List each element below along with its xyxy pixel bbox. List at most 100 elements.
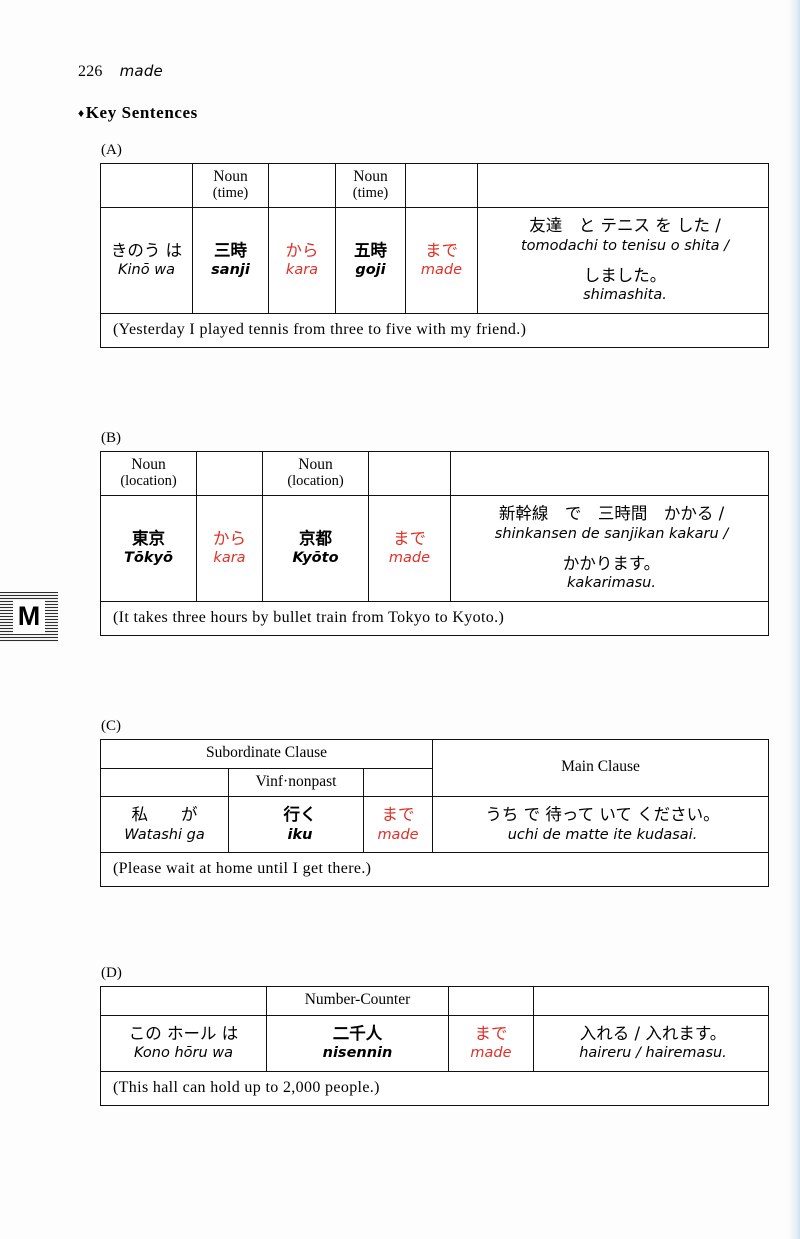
cell-topic: きのう は Kinō wa: [100, 207, 193, 315]
romaji-text-line2: shimashita.: [583, 287, 667, 304]
entry-word: made: [119, 62, 163, 80]
japanese-text: まで: [425, 241, 458, 261]
romaji-text: Kono hōru wa: [133, 1044, 234, 1061]
romaji-text: goji: [355, 262, 386, 279]
cell-noun-time-1: 三時 sanji: [192, 207, 269, 315]
thumb-index-tab: M: [0, 592, 58, 642]
header-cell-noun-location-2: Noun (location): [262, 450, 369, 497]
header-cell: [100, 986, 267, 1016]
cell-subject: 私 が Watashi ga: [100, 796, 229, 854]
diamond-icon: ♦: [78, 106, 85, 120]
table-header-row: Number-Counter: [100, 986, 769, 1016]
cell-particle-kara: から kara: [196, 495, 263, 603]
document-page: 226 made ♦Key Sentences M (A) Noun (time): [0, 0, 800, 1239]
table-content-row: 東京 Tōkyō から kara 京都 Kyōto まで made 新幹線 で …: [100, 495, 769, 603]
header-main: Noun: [213, 168, 248, 185]
example-label-b: (B): [101, 430, 121, 446]
japanese-text: 東京: [132, 529, 165, 549]
cell-main-clause: うち で 待って いて ください。 uchi de matte ite kuda…: [432, 796, 770, 854]
header-main: Noun: [298, 456, 333, 473]
header-cell: [533, 986, 769, 1016]
header-sub: (time): [212, 184, 249, 201]
key-sentence-table-b: Noun (location) Noun (location) 東京 Tōkyō…: [100, 450, 769, 637]
header-cell: [196, 450, 263, 497]
japanese-text: 三時: [214, 241, 247, 261]
japanese-text: 入れる / 入れます。: [579, 1023, 727, 1043]
japanese-text: 京都: [299, 529, 332, 549]
example-label-c: (C): [101, 718, 121, 734]
japanese-text: 新幹線 で 三時間 かかる /: [498, 504, 725, 524]
page-number: 226: [78, 63, 103, 80]
key-sentence-table-a: Noun (time) Noun (time) きのう は Kinō wa 三時: [100, 162, 769, 349]
japanese-text: 友達 と テニス を した /: [529, 216, 721, 236]
header-cell: [477, 162, 769, 209]
romaji-text: Kinō wa: [118, 262, 175, 279]
romaji-text: Kyōto: [292, 550, 339, 567]
section-heading-label: Key Sentences: [85, 103, 198, 122]
thumb-tab-letter: M: [12, 600, 46, 634]
header-cell: [100, 767, 229, 798]
example-block-d: (D) Number-Counter この ホール は Kono hōru wa…: [100, 965, 769, 1106]
header-cell-noun-location-1: Noun (location): [100, 450, 197, 497]
romaji-text-line2: kakarimasu.: [567, 575, 656, 592]
japanese-text: 行く: [283, 805, 317, 825]
table-translation-row: (Please wait at home until I get there.): [99, 852, 770, 888]
example-block-c: (C) Subordinate Clause Main Clause Vinf·…: [99, 718, 770, 888]
table-header-row: Noun (location) Noun (location): [100, 450, 769, 497]
header-cell: [268, 162, 336, 209]
cell-predicate: 入れる / 入れます。 haireru / hairemasu.: [533, 1014, 769, 1072]
table-content-row: この ホール は Kono hōru wa 二千人 nisennin まで ma…: [100, 1014, 769, 1072]
cell-verb: 行く iku: [228, 796, 364, 854]
header-cell-number-counter: Number-Counter: [266, 986, 449, 1016]
header-cell: [362, 767, 434, 798]
table-translation-row: (This hall can hold up to 2,000 people.): [100, 1070, 769, 1106]
romaji-text: made: [388, 550, 431, 567]
example-label-a: (A): [101, 142, 122, 158]
cell-particle-made: まで made: [405, 207, 478, 315]
group-header-main-clause: Main Clause: [432, 738, 770, 798]
table-content-row: 私 が Watashi ga 行く iku まで made うち で 待って い…: [100, 796, 770, 854]
running-head: 226 made: [78, 62, 163, 81]
header-sub: (location): [287, 472, 344, 489]
romaji-text: tomodachi to tenisu o shita /: [520, 237, 730, 254]
cell-particle-kara: から kara: [268, 207, 336, 315]
table-content-row: きのう は Kinō wa 三時 sanji から kara 五時 goji ま…: [100, 207, 769, 315]
key-sentence-table-d: Number-Counter この ホール は Kono hōru wa 二千人…: [100, 986, 769, 1106]
japanese-text-line2: しました。: [583, 266, 667, 286]
japanese-text: から: [213, 529, 246, 549]
translation-text: (Please wait at home until I get there.): [99, 852, 770, 888]
table-group-header-row: Subordinate Clause Main Clause: [99, 738, 770, 798]
romaji-text: made: [420, 262, 463, 279]
example-block-b: (B) Noun (location) Noun (location) 東京 T…: [100, 430, 769, 637]
header-sub: (time): [352, 184, 389, 201]
cell-particle-made: まで made: [368, 495, 451, 603]
header-cell: [450, 450, 769, 497]
table-header-row: Noun (time) Noun (time): [100, 162, 769, 209]
header-cell: [405, 162, 478, 209]
header-cell: [100, 162, 193, 209]
translation-text: (It takes three hours by bullet train fr…: [100, 601, 769, 637]
table-translation-row: (Yesterday I played tennis from three to…: [100, 313, 769, 349]
romaji-text: uchi de matte ite kudasai.: [507, 826, 698, 843]
cell-particle-made: まで made: [448, 1014, 534, 1072]
romaji-text: iku: [287, 826, 313, 843]
japanese-text: まで: [474, 1023, 508, 1043]
cell-predicate: 新幹線 で 三時間 かかる / shinkansen de sanjikan k…: [450, 495, 769, 603]
cell-predicate: 友達 と テニス を した / tomodachi to tenisu o sh…: [477, 207, 769, 315]
cell-number-counter: 二千人 nisennin: [266, 1014, 449, 1072]
example-block-a: (A) Noun (time) Noun (time) きのう は Kinō w…: [100, 142, 769, 349]
table-translation-row: (It takes three hours by bullet train fr…: [100, 601, 769, 637]
header-cell-noun-time-1: Noun (time): [192, 162, 269, 209]
japanese-text: まで: [393, 529, 426, 549]
header-cell: [368, 450, 451, 497]
romaji-text: made: [377, 826, 419, 843]
header-main: Noun: [353, 168, 388, 185]
romaji-text: made: [470, 1044, 512, 1061]
japanese-text: この ホール は: [128, 1023, 239, 1043]
cell-noun-location-2: 京都 Kyōto: [262, 495, 369, 603]
japanese-text: きのう は: [110, 241, 183, 261]
romaji-text: Tōkyō: [124, 550, 173, 567]
scan-edge-artifact: [788, 0, 800, 1239]
cell-noun-time-2: 五時 goji: [335, 207, 406, 315]
romaji-text: shinkansen de sanjikan kakaru /: [494, 525, 729, 542]
